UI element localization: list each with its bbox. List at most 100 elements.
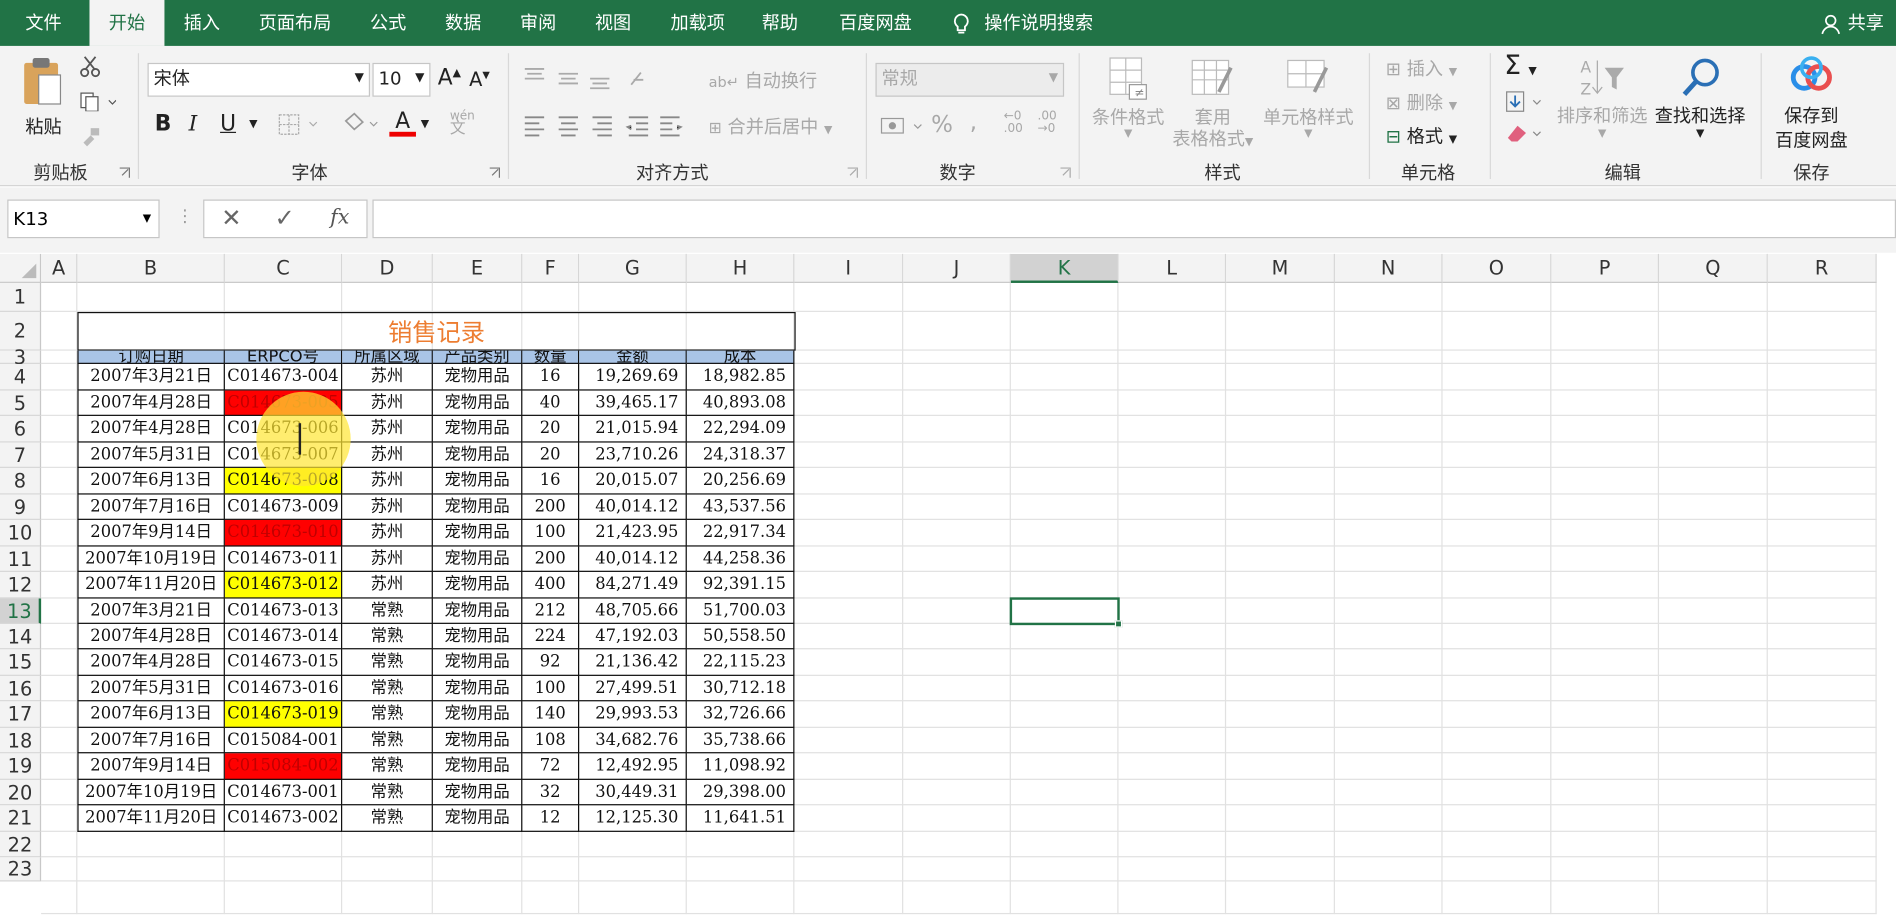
dialog-launcher-icon[interactable] (1059, 167, 1071, 179)
table-cell[interactable]: 2007年4月28日 (77, 390, 225, 416)
row-header-5[interactable]: 5 (0, 390, 42, 416)
table-cell[interactable]: 92,391.15 (686, 571, 795, 599)
number-format-combo[interactable]: 常规 ▼ (875, 62, 1065, 97)
row-header-11[interactable]: 11 (0, 546, 42, 572)
table-cell[interactable]: 21,423.95 (579, 519, 687, 547)
table-header-cell[interactable]: 成本 (686, 350, 795, 364)
table-cell[interactable]: 2007年6月13日 (77, 467, 225, 495)
table-cell[interactable]: 30,712.18 (686, 675, 795, 702)
table-cell[interactable]: 宠物用品 (432, 779, 523, 806)
table-cell[interactable]: 2007年9月14日 (77, 753, 225, 780)
row-header-4[interactable]: 4 (0, 363, 42, 391)
column-header-J[interactable]: J (903, 253, 1011, 283)
table-cell[interactable]: 常熟 (342, 727, 433, 754)
table-cell[interactable]: 11,098.92 (686, 753, 795, 780)
clear-icon[interactable] (1504, 121, 1548, 145)
wrap-text-button[interactable]: ab↵ 自动换行 (709, 68, 818, 93)
row-header-23[interactable]: 23 (0, 857, 42, 882)
table-cell[interactable]: 32 (522, 779, 580, 806)
save-to-netdisk-button[interactable]: 保存到 百度网盘 (1770, 56, 1852, 153)
phonetic-button[interactable]: wén 文 (450, 111, 475, 137)
row-header-3[interactable]: 3 (0, 348, 42, 367)
column-header-K[interactable]: K (1010, 253, 1119, 283)
shrink-font-button[interactable]: A▼ (469, 68, 490, 91)
table-cell[interactable]: 44,258.36 (686, 546, 795, 572)
table-cell[interactable]: 常熟 (342, 675, 433, 702)
vertical-align-icons[interactable] (522, 65, 655, 92)
column-header-O[interactable]: O (1442, 253, 1552, 283)
column-header-M[interactable]: M (1226, 253, 1335, 283)
row-header-21[interactable]: 21 (0, 805, 42, 832)
row-header-20[interactable]: 20 (0, 779, 42, 806)
column-header-Q[interactable]: Q (1659, 253, 1768, 283)
currency-icon[interactable] (880, 114, 928, 138)
table-cell[interactable]: 苏州 (342, 467, 433, 495)
table-cell[interactable]: 39,465.17 (579, 390, 687, 416)
tell-me-search[interactable]: 操作说明搜索 (950, 0, 1093, 46)
table-cell[interactable]: 212 (522, 598, 580, 624)
column-header-A[interactable]: A (41, 253, 78, 283)
table-cell[interactable]: 12,125.30 (579, 805, 687, 832)
table-cell[interactable]: 47,192.03 (579, 623, 687, 650)
column-header-L[interactable]: L (1118, 253, 1227, 283)
table-cell[interactable]: 200 (522, 494, 580, 520)
table-cell[interactable]: 22,917.34 (686, 519, 795, 547)
table-cell[interactable]: 宠物用品 (432, 390, 523, 416)
table-cell[interactable]: 24,318.37 (686, 442, 795, 468)
table-cell[interactable]: 108 (522, 727, 580, 754)
insert-cells-button[interactable]: ⊞ 插入 ▼ (1386, 56, 1457, 81)
chevron-down-icon[interactable]: ▼ (421, 119, 429, 131)
table-cell[interactable]: 22,115.23 (686, 649, 795, 676)
table-cell[interactable]: C014673-004 (224, 363, 343, 391)
table-cell[interactable]: 苏州 (342, 546, 433, 572)
table-cell[interactable]: 宠物用品 (432, 571, 523, 599)
table-cell[interactable]: 2007年4月28日 (77, 649, 225, 676)
table-cell[interactable]: 宠物用品 (432, 363, 523, 391)
table-cell[interactable]: 12 (522, 805, 580, 832)
table-cell[interactable]: 2007年6月13日 (77, 701, 225, 728)
table-header-cell[interactable]: 订购日期 (77, 350, 225, 364)
table-cell[interactable]: 92 (522, 649, 580, 676)
fill-icon[interactable] (1504, 89, 1548, 113)
format-as-table-button[interactable]: 套用 表格格式▼ (1171, 56, 1256, 154)
table-cell[interactable]: 51,700.03 (686, 598, 795, 624)
column-header-I[interactable]: I (794, 253, 904, 283)
table-cell[interactable]: 2007年3月21日 (77, 363, 225, 391)
column-header-D[interactable]: D (342, 253, 433, 283)
table-cell[interactable]: 宠物用品 (432, 442, 523, 468)
sheet-title[interactable]: 销售记录 (77, 311, 796, 351)
table-header-cell[interactable]: 所属区域 (342, 350, 433, 364)
dialog-launcher-icon[interactable] (846, 167, 858, 179)
copy-icon[interactable] (80, 92, 117, 112)
tab-help[interactable]: 帮助 (747, 0, 812, 46)
table-cell[interactable]: 宠物用品 (432, 701, 523, 728)
tab-page-layout[interactable]: 页面布局 (247, 0, 344, 46)
table-cell[interactable]: C014673-014 (224, 623, 343, 650)
table-header-cell[interactable]: 产品类别 (432, 350, 523, 364)
table-cell[interactable]: 40,014.12 (579, 546, 687, 572)
table-cell[interactable]: 224 (522, 623, 580, 650)
table-cell[interactable]: 苏州 (342, 571, 433, 599)
chevron-down-icon[interactable]: ▼ (249, 119, 257, 131)
table-cell[interactable]: 21,015.94 (579, 415, 687, 443)
table-cell[interactable]: 200 (522, 546, 580, 572)
dialog-launcher-icon[interactable] (489, 167, 501, 179)
tab-view[interactable]: 视图 (580, 0, 645, 46)
table-cell[interactable]: 2007年5月31日 (77, 442, 225, 468)
table-header-cell[interactable]: 数量 (522, 350, 580, 364)
tab-addins[interactable]: 加载项 (658, 0, 738, 46)
formula-input[interactable] (372, 199, 1896, 239)
table-cell[interactable]: 72 (522, 753, 580, 780)
table-cell[interactable]: 宠物用品 (432, 805, 523, 832)
column-header-R[interactable]: R (1767, 253, 1877, 283)
table-cell[interactable]: 常熟 (342, 701, 433, 728)
tab-baidu-netdisk[interactable]: 百度网盘 (827, 0, 924, 46)
table-cell[interactable]: 29,993.53 (579, 701, 687, 728)
table-cell[interactable]: 100 (522, 519, 580, 547)
table-cell[interactable]: 22,294.09 (686, 415, 795, 443)
table-cell[interactable]: 2007年4月28日 (77, 415, 225, 443)
row-header-1[interactable]: 1 (0, 282, 42, 312)
name-box[interactable]: K13 ▼ (7, 199, 160, 239)
table-cell[interactable]: C014673-013 (224, 598, 343, 624)
bold-button[interactable]: B (155, 111, 172, 136)
